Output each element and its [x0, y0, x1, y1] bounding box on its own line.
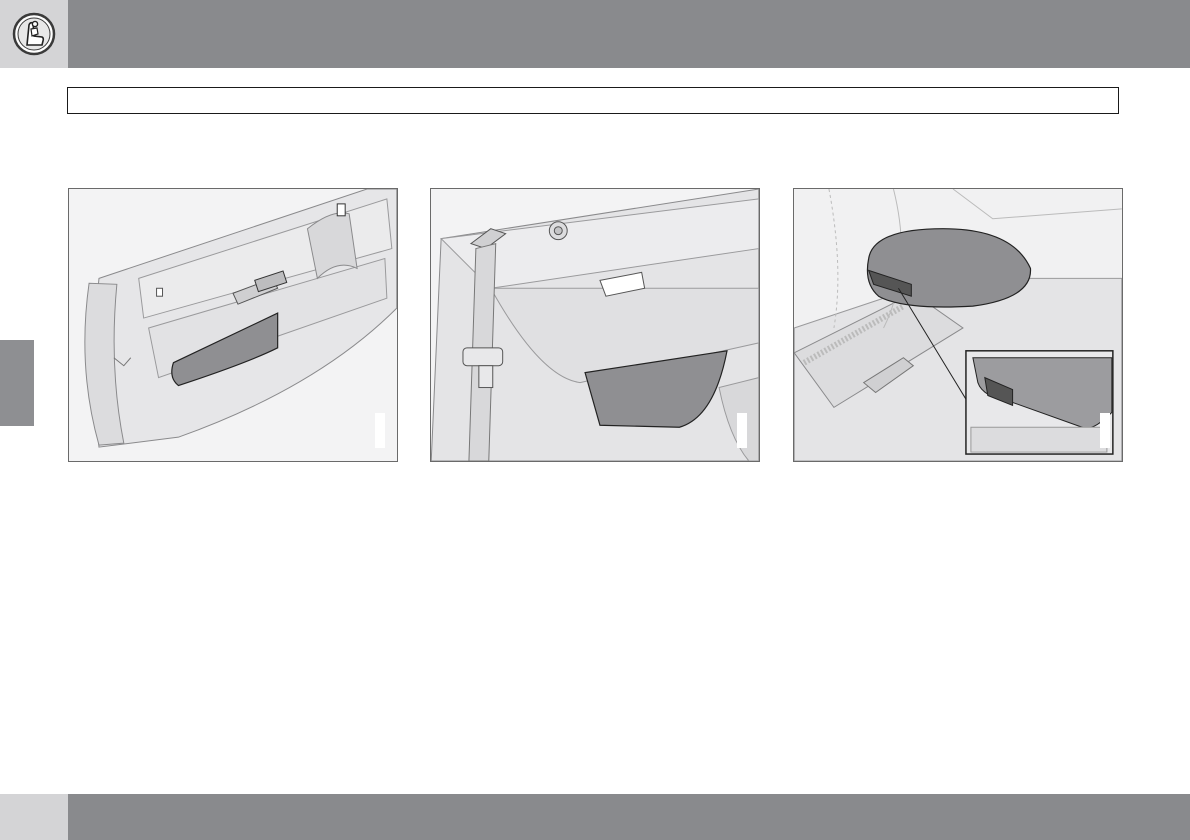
footer-page-number-box — [0, 794, 68, 840]
figure-door-pocket — [68, 188, 398, 462]
header-bar — [68, 0, 1190, 68]
figure-label — [737, 413, 747, 448]
figure-side-pocket — [430, 188, 760, 462]
figure-label — [375, 413, 385, 448]
figure-label — [1100, 413, 1110, 448]
seat-person-icon — [12, 12, 56, 56]
armrest-illustration — [794, 189, 1122, 461]
chapter-side-tab — [0, 340, 34, 426]
section-title — [67, 87, 1119, 114]
header-chapter-tab — [0, 0, 68, 68]
footer-bar — [68, 794, 1190, 840]
door-illustration — [69, 189, 397, 461]
figure-armrest — [793, 188, 1123, 462]
side-panel-illustration — [431, 189, 759, 461]
